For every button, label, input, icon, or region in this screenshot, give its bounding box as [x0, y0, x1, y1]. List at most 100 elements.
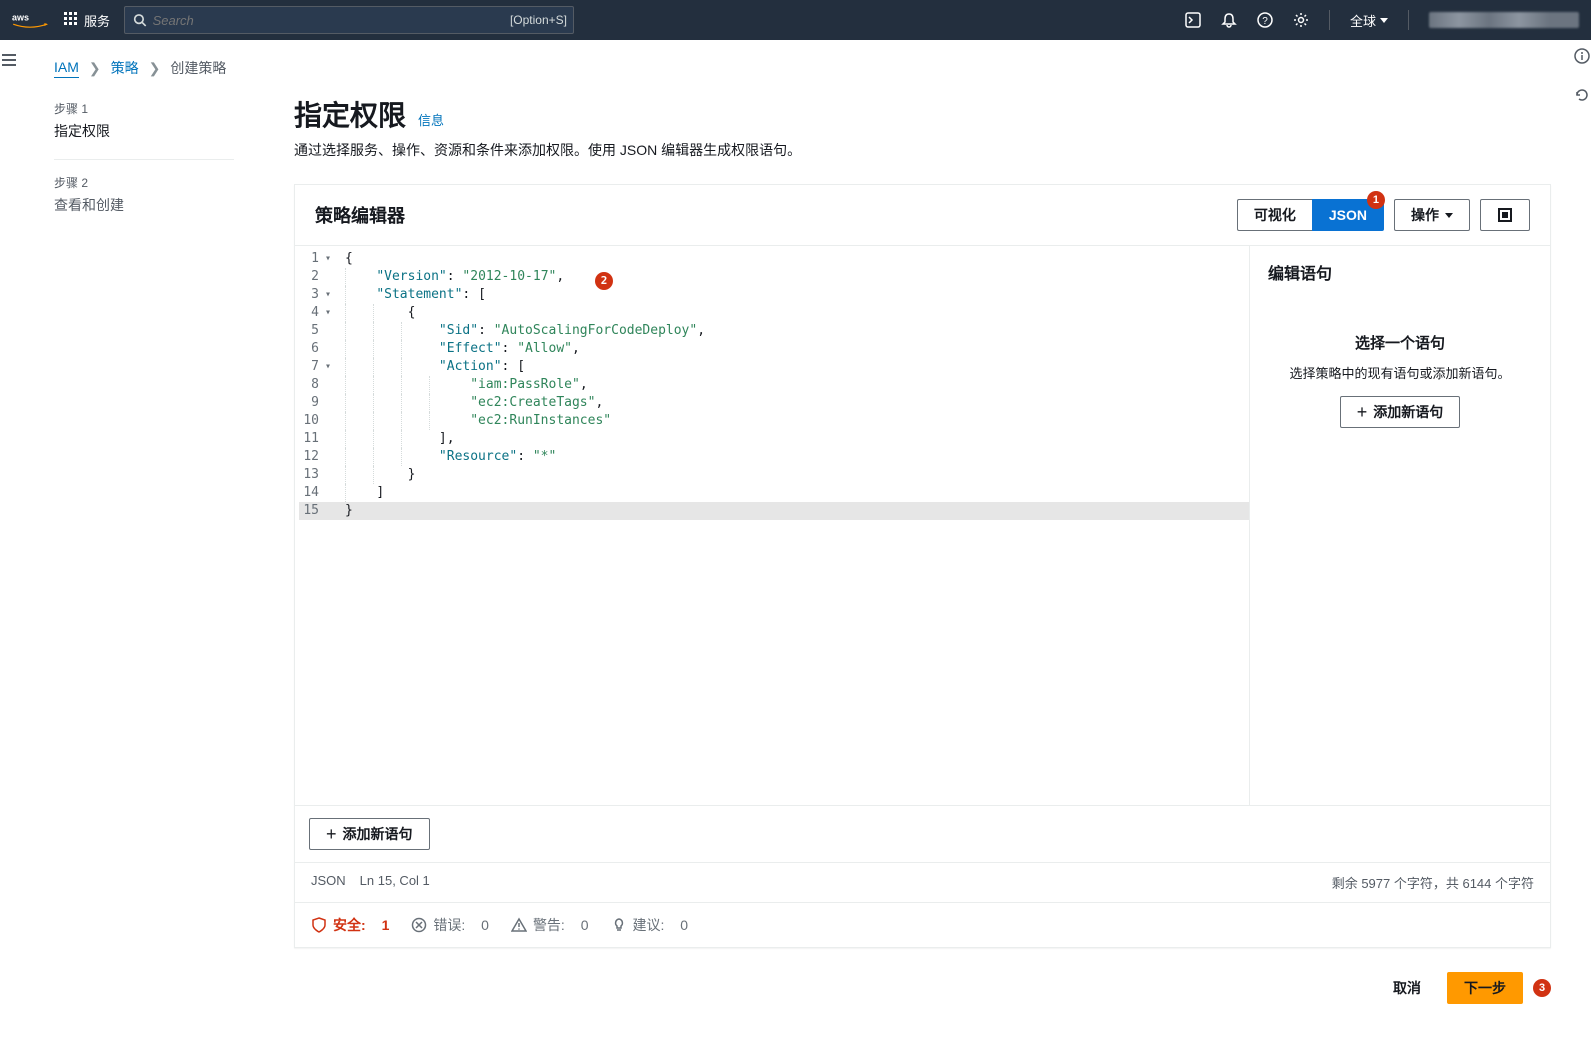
code-line[interactable]: "ec2:CreateTags", [345, 394, 1241, 412]
error-issues[interactable]: 错误: 0 [411, 915, 489, 935]
gutter-line: 6 [299, 340, 329, 358]
step-title: 指定权限 [54, 121, 234, 141]
settings-icon[interactable] [1293, 12, 1309, 28]
code-line[interactable]: } [345, 466, 1241, 484]
gutter-line: 8 [299, 376, 329, 394]
edit-statement-panel: 编辑语句 选择一个语句 选择策略中的现有语句或添加新语句。 +添加新语句 [1250, 246, 1550, 805]
warning-issues[interactable]: 警告: 0 [511, 915, 589, 935]
add-statement-button[interactable]: +添加新语句 [309, 818, 430, 850]
gutter-line: 14 [299, 484, 329, 502]
wizard-step-2[interactable]: 步骤 2 查看和创建 [54, 174, 234, 233]
page-title: 指定权限 [294, 94, 406, 134]
suggestion-issues[interactable]: 建议: 0 [611, 915, 689, 935]
breadcrumb-policies[interactable]: 策略 [111, 58, 139, 78]
code-line[interactable]: "Sid": "AutoScalingForCodeDeploy", [345, 322, 1241, 340]
status-lang: JSON [311, 873, 346, 892]
plus-icon: + [326, 828, 337, 840]
editor-status-bar: JSON Ln 15, Col 1 剩余 5977 个字符，共 6144 个字符 [295, 862, 1550, 902]
gutter-line: 11 [299, 430, 329, 448]
hamburger-icon [2, 54, 16, 66]
gutter-line: 13 [299, 466, 329, 484]
search-icon [133, 13, 147, 27]
aws-logo[interactable]: aws [12, 11, 48, 29]
status-cursor-pos: Ln 15, Col 1 [360, 873, 430, 892]
cloudshell-icon[interactable] [1185, 12, 1201, 28]
empty-state-title: 选择一个语句 [1268, 332, 1532, 353]
json-code-editor[interactable]: 123456789101112131415 { "Version": "2012… [295, 246, 1250, 805]
code-line[interactable]: ] [345, 484, 1241, 502]
cancel-button[interactable]: 取消 [1377, 972, 1437, 1004]
region-selector[interactable]: 全球 [1350, 11, 1388, 30]
breadcrumb-iam[interactable]: IAM [54, 59, 79, 78]
search-input[interactable] [147, 13, 565, 28]
notifications-icon[interactable] [1221, 12, 1237, 28]
chevron-right-icon: ❯ [89, 60, 101, 77]
right-rail [1573, 40, 1591, 106]
info-link[interactable]: 信息 [418, 110, 444, 129]
gutter-line: 15 [299, 502, 339, 520]
shield-icon [311, 917, 327, 933]
caret-down-icon [1445, 213, 1453, 218]
services-label: 服务 [84, 11, 110, 30]
svg-text:?: ? [1262, 16, 1268, 27]
info-panel-toggle[interactable] [1574, 48, 1590, 67]
code-line[interactable]: ], [345, 430, 1241, 448]
editor-mode-toggle: 可视化 JSON [1237, 199, 1384, 231]
gutter-line: 4 [299, 304, 329, 322]
services-menu-button[interactable]: 服务 [64, 11, 110, 30]
editor-issues-bar: 安全: 1 错误: 0 警告: 0 建议: 0 [295, 902, 1550, 947]
wizard-steps: 步骤 1 指定权限 步骤 2 查看和创建 [54, 94, 234, 1004]
add-statement-button-side[interactable]: +添加新语句 [1340, 396, 1461, 428]
code-line[interactable]: "iam:PassRole", [345, 376, 1241, 394]
callout-badge-3: 3 [1533, 979, 1551, 997]
fullscreen-button[interactable] [1480, 199, 1530, 231]
next-button[interactable]: 下一步 [1447, 972, 1523, 1004]
grid-icon [64, 12, 78, 29]
security-issues[interactable]: 安全: 1 [311, 915, 389, 935]
actions-dropdown[interactable]: 操作 [1394, 199, 1470, 231]
global-search[interactable]: [Option+S] [124, 6, 574, 34]
code-line[interactable]: "Effect": "Allow", [345, 340, 1241, 358]
search-shortcut: [Option+S] [510, 13, 567, 27]
code-line[interactable]: { [345, 250, 1241, 268]
help-icon[interactable]: ? [1257, 12, 1273, 28]
left-nav-toggle[interactable] [0, 40, 18, 1040]
code-line[interactable]: "Statement": [ [345, 286, 1241, 304]
code-line[interactable]: "Action": [ [345, 358, 1241, 376]
gutter-line: 1 [299, 250, 329, 268]
step-number: 步骤 1 [54, 100, 234, 117]
caret-down-icon [1380, 18, 1388, 23]
side-panel-title: 编辑语句 [1268, 260, 1532, 284]
gutter-line: 12 [299, 448, 329, 466]
step-title: 查看和创建 [54, 195, 234, 215]
code-line[interactable]: { [345, 304, 1241, 322]
code-line[interactable]: "ec2:RunInstances" [345, 412, 1241, 430]
code-line[interactable]: "Version": "2012-10-17", [345, 268, 1241, 286]
policy-editor-panel: 策略编辑器 1 可视化 JSON 操作 [294, 184, 1551, 948]
refresh-icon[interactable] [1574, 87, 1590, 106]
callout-badge-1: 1 [1367, 191, 1385, 209]
status-char-count: 剩余 5977 个字符，共 6144 个字符 [1332, 873, 1534, 892]
gutter-line: 2 [299, 268, 329, 286]
visual-mode-button[interactable]: 可视化 [1237, 199, 1312, 231]
gutter-line: 9 [299, 394, 329, 412]
gutter-line: 3 [299, 286, 329, 304]
breadcrumb: IAM ❯ 策略 ❯ 创建策略 [54, 58, 1551, 78]
warning-icon [511, 917, 527, 933]
panel-title: 策略编辑器 [315, 202, 1237, 228]
gutter-line: 7 [299, 358, 329, 376]
chevron-right-icon: ❯ [149, 60, 161, 77]
error-icon [411, 917, 427, 933]
account-menu[interactable] [1429, 12, 1579, 28]
gutter-line: 10 [299, 412, 329, 430]
svg-text:aws: aws [12, 13, 29, 23]
breadcrumb-current: 创建策略 [170, 58, 226, 78]
empty-state-description: 选择策略中的现有语句或添加新语句。 [1268, 363, 1532, 382]
gutter-line: 5 [299, 322, 329, 340]
page-description: 通过选择服务、操作、资源和条件来添加权限。使用 JSON 编辑器生成权限语句。 [294, 140, 1551, 160]
code-line[interactable]: "Resource": "*" [345, 448, 1241, 466]
top-nav: aws 服务 [Option+S] ? 全球 [0, 0, 1591, 40]
code-line[interactable]: } [337, 502, 1249, 520]
wizard-step-1[interactable]: 步骤 1 指定权限 [54, 100, 234, 160]
lightbulb-icon [611, 917, 627, 933]
